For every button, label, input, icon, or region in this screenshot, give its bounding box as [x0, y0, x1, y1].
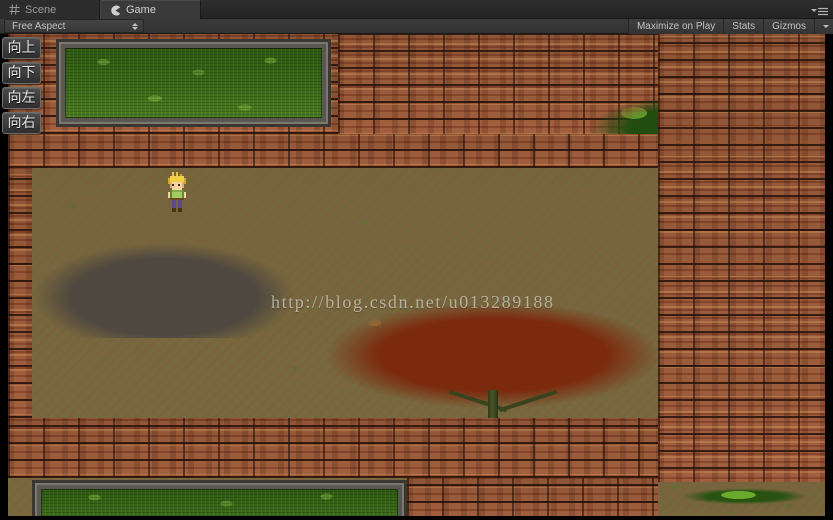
stats-label: Stats [732, 20, 756, 32]
move-down-label: 向下 [7, 65, 36, 81]
grass-plot-top-turf [65, 48, 322, 118]
game-world: http://blog.csdn.net/u013289188 [8, 34, 825, 520]
gizmos-dropdown-button[interactable] [814, 18, 833, 34]
brick-bottom-strip [407, 478, 658, 520]
maximize-on-play-button[interactable]: Maximize on Play [627, 18, 724, 34]
maximize-on-play-label: Maximize on Play [636, 20, 716, 32]
game-view[interactable]: http://blog.csdn.net/u013289188 向上 向下 向左… [0, 34, 833, 520]
move-left-button[interactable]: 向左 [2, 87, 41, 109]
hamburger-menu-icon[interactable] [807, 4, 829, 16]
leaf-clump-upper [680, 486, 810, 506]
grass-plot-top [56, 39, 331, 127]
stepper-icon [132, 22, 138, 30]
aspect-ratio-value: Free Aspect [12, 20, 66, 32]
viewport-edge-right [825, 34, 833, 520]
unity-editor-window: Scene Game Free Aspect Maximize on Play … [0, 0, 833, 520]
viewport-edge-bottom [0, 516, 833, 520]
game-pacman-icon [110, 5, 121, 16]
brick-wall-right [658, 34, 825, 520]
brick-band-lower [8, 418, 658, 478]
toolbar-right-group: Maximize on Play Stats Gizmos [627, 18, 833, 34]
stats-button[interactable]: Stats [723, 18, 764, 34]
move-up-button[interactable]: 向上 [2, 37, 41, 59]
move-up-label: 向上 [7, 40, 36, 56]
scene-grid-icon [9, 4, 20, 15]
tab-scene[interactable]: Scene [0, 0, 100, 19]
tab-bar: Scene Game [0, 0, 833, 19]
rock-mound [28, 230, 300, 338]
tab-scene-label: Scene [25, 3, 57, 16]
move-left-label: 向左 [7, 90, 36, 106]
move-right-label: 向右 [7, 115, 36, 131]
chevron-down-icon [823, 24, 829, 28]
aspect-ratio-dropdown[interactable]: Free Aspect [4, 19, 144, 33]
game-view-toolbar: Free Aspect Maximize on Play Stats Gizmo… [0, 18, 833, 34]
tab-game[interactable]: Game [100, 0, 201, 19]
tab-game-label: Game [126, 4, 156, 16]
grass-plot-bottom [32, 480, 407, 520]
gizmos-label: Gizmos [772, 20, 806, 32]
gizmos-button[interactable]: Gizmos [763, 18, 814, 34]
move-down-button[interactable]: 向下 [2, 62, 41, 84]
player-character-sprite [164, 172, 190, 212]
move-right-button[interactable]: 向右 [2, 112, 41, 134]
autumn-tree [328, 306, 658, 434]
brick-band-upper [8, 134, 658, 168]
